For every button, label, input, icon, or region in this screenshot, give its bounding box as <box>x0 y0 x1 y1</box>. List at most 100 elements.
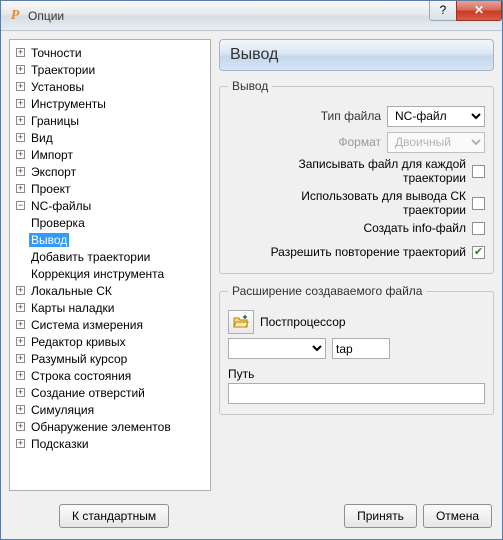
tree-item[interactable]: + Карты наладки <box>12 299 208 316</box>
close-button[interactable]: ✕ <box>456 1 502 21</box>
expand-icon[interactable]: + <box>16 439 25 448</box>
tree-item[interactable]: Добавить траектории <box>12 248 208 265</box>
tree-item[interactable]: + Подсказки <box>12 435 208 452</box>
expand-icon[interactable]: + <box>16 337 25 346</box>
tree-item-label[interactable]: Строка состояния <box>29 369 133 383</box>
tree-item-label[interactable]: Проверка <box>29 216 87 230</box>
tree-item-label[interactable]: Экспорт <box>29 165 78 179</box>
panel-title: Вывод <box>219 39 494 71</box>
expand-icon[interactable]: + <box>16 371 25 380</box>
postprocessor-button[interactable] <box>228 310 254 334</box>
expand-icon[interactable]: + <box>16 303 25 312</box>
tree-item[interactable]: + Система измерения <box>12 316 208 333</box>
filetype-label: Тип файла <box>321 109 381 123</box>
tree-item-label[interactable]: Инструменты <box>29 97 108 111</box>
window-title: Опции <box>28 9 430 23</box>
tree-item-label[interactable]: NC-файлы <box>29 199 93 213</box>
tree-item-label[interactable]: Вывод <box>29 233 69 247</box>
tree-item-label[interactable]: Подсказки <box>29 437 91 451</box>
tree-item[interactable]: + Вид <box>12 129 208 146</box>
tree-item-label[interactable]: Создание отверстий <box>29 386 147 400</box>
postprocessor-label: Постпроцессор <box>260 315 346 329</box>
tree-item-label[interactable]: Коррекция инструмента <box>29 267 166 281</box>
app-icon: P <box>7 8 23 24</box>
tree-item[interactable]: Коррекция инструмента <box>12 265 208 282</box>
use-cs-checkbox[interactable] <box>472 197 485 210</box>
filetype-combo[interactable]: NC-файл <box>387 106 485 127</box>
extension-input[interactable] <box>332 338 390 359</box>
tree-item-label[interactable]: Локальные СК <box>29 284 114 298</box>
tree-item-label[interactable]: Траектории <box>29 63 97 77</box>
titlebar: P Опции ? ✕ <box>1 1 502 31</box>
tree-item-label[interactable]: Вид <box>29 131 55 145</box>
expand-icon[interactable]: + <box>16 99 25 108</box>
expand-icon[interactable]: + <box>16 48 25 57</box>
tree-item[interactable]: Проверка <box>12 214 208 231</box>
tree-item-label[interactable]: Границы <box>29 114 81 128</box>
tree-item-label[interactable]: Карты наладки <box>29 301 116 315</box>
output-group: Вывод Тип файла NC-файл Формат Двоичный … <box>219 79 494 274</box>
expand-icon[interactable]: + <box>16 116 25 125</box>
path-input[interactable] <box>228 383 485 404</box>
expand-icon[interactable]: + <box>16 133 25 142</box>
allow-repeat-label: Разрешить повторение траекторий <box>271 245 466 259</box>
window-buttons: ? ✕ <box>430 1 502 21</box>
write-each-checkbox[interactable] <box>472 165 485 178</box>
category-tree[interactable]: + Точности + Траектории + Установы + Инструмент… <box>9 39 211 491</box>
create-info-label: Создать info-файл <box>363 221 466 235</box>
expand-icon[interactable]: + <box>16 388 25 397</box>
tree-item[interactable]: + Локальные СК <box>12 282 208 299</box>
extension-combo[interactable] <box>228 338 326 359</box>
expand-icon[interactable]: + <box>16 82 25 91</box>
tree-item-label[interactable]: Симуляция <box>29 403 96 417</box>
expand-icon[interactable]: + <box>16 65 25 74</box>
expand-icon[interactable]: + <box>16 422 25 431</box>
tree-item[interactable]: + Проект <box>12 180 208 197</box>
expand-icon[interactable]: + <box>16 354 25 363</box>
extension-group: Расширение создаваемого файла Постпроцес… <box>219 284 494 415</box>
collapse-icon[interactable]: − <box>16 201 25 210</box>
tree-item[interactable]: −NC-файлы <box>12 197 208 214</box>
tree-item-label[interactable]: Установы <box>29 80 86 94</box>
expand-icon[interactable]: + <box>16 405 25 414</box>
right-panel: Вывод Вывод Тип файла NC-файл Формат Дво… <box>219 39 494 491</box>
tree-item-label[interactable]: Разумный курсор <box>29 352 129 366</box>
tree-item[interactable]: + Траектории <box>12 61 208 78</box>
expand-icon[interactable]: + <box>16 150 25 159</box>
options-dialog: P Опции ? ✕ + Точности + Траектории + Установ… <box>0 0 503 540</box>
tree-item[interactable]: + Симуляция <box>12 401 208 418</box>
tree-item-label[interactable]: Импорт <box>29 148 75 162</box>
format-label: Формат <box>338 135 381 149</box>
expand-icon[interactable]: + <box>16 167 25 176</box>
tree-item[interactable]: + Импорт <box>12 146 208 163</box>
path-label: Путь <box>228 367 485 381</box>
tree-item[interactable]: + Экспорт <box>12 163 208 180</box>
expand-icon[interactable]: + <box>16 184 25 193</box>
tree-item[interactable]: + Строка состояния <box>12 367 208 384</box>
help-button[interactable]: ? <box>429 1 457 21</box>
tree-item[interactable]: Вывод <box>12 231 208 248</box>
tree-item[interactable]: + Точности <box>12 44 208 61</box>
tree-item-label[interactable]: Точности <box>29 46 84 60</box>
defaults-button[interactable]: К стандартным <box>59 504 169 528</box>
cancel-button[interactable]: Отмена <box>423 504 492 528</box>
expand-icon[interactable]: + <box>16 286 25 295</box>
tree-item[interactable]: + Инструменты <box>12 95 208 112</box>
tree-item-label[interactable]: Система измерения <box>29 318 145 332</box>
tree-item-label[interactable]: Обнаружение элементов <box>29 420 173 434</box>
accept-button[interactable]: Принять <box>344 504 417 528</box>
tree-item[interactable]: + Границы <box>12 112 208 129</box>
expand-icon[interactable]: + <box>16 320 25 329</box>
tree-item-label[interactable]: Проект <box>29 182 73 196</box>
tree-item[interactable]: + Создание отверстий <box>12 384 208 401</box>
tree-item[interactable]: + Обнаружение элементов <box>12 418 208 435</box>
tree-item[interactable]: + Установы <box>12 78 208 95</box>
allow-repeat-checkbox[interactable] <box>472 246 485 259</box>
tree-item[interactable]: + Редактор кривых <box>12 333 208 350</box>
tree-item-label[interactable]: Редактор кривых <box>29 335 128 349</box>
tree-item-label[interactable]: Добавить траектории <box>29 250 152 264</box>
extension-legend: Расширение создаваемого файла <box>228 284 426 298</box>
create-info-checkbox[interactable] <box>472 222 485 235</box>
tree-item[interactable]: + Разумный курсор <box>12 350 208 367</box>
content-area: + Точности + Траектории + Установы + Инструмент… <box>1 31 502 499</box>
